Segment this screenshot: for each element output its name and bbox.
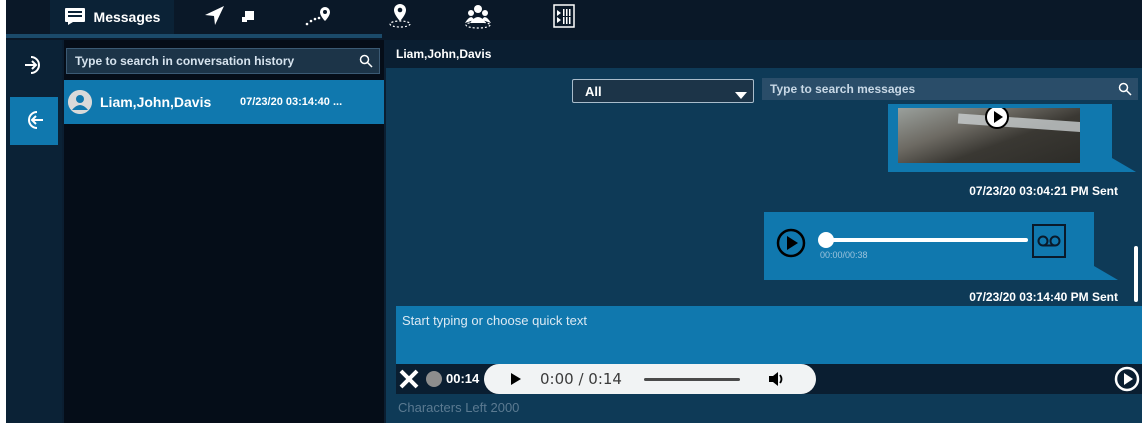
media-player-icon — [552, 3, 576, 31]
scrollbar-thumb[interactable] — [1134, 246, 1138, 302]
play-icon[interactable] — [984, 108, 1010, 133]
audio-message-bubble[interactable]: 00:00/00:38 — [764, 212, 1118, 280]
tab-navigate[interactable] — [194, 0, 234, 34]
message-timestamp: 07/23/20 03:04:21 PM Sent — [969, 184, 1118, 198]
compose-textarea[interactable]: Start typing or choose quick text — [396, 306, 1142, 364]
tab-messages-label: Messages — [93, 9, 161, 25]
player-time: 0:00 / 0:14 — [540, 370, 622, 388]
message-timestamp: 07/23/20 03:14:40 PM Sent — [969, 290, 1118, 304]
tab-route[interactable] — [298, 0, 338, 34]
audio-progress-handle[interactable] — [818, 232, 834, 248]
tab-group[interactable] — [458, 0, 498, 34]
play-icon[interactable] — [510, 372, 522, 389]
sign-out-icon — [23, 109, 45, 134]
video-thumbnail-detail — [957, 113, 1080, 133]
tab-bar: Messages — [6, 0, 1142, 40]
player-progress-track[interactable] — [644, 378, 740, 381]
tab-media[interactable] — [544, 0, 584, 34]
chat-panel: Liam,John,Davis All Type to search messa… — [386, 40, 1142, 423]
audio-progress-track[interactable] — [822, 238, 1028, 242]
group-icon — [464, 3, 492, 32]
audio-player: 0:00 / 0:14 — [484, 364, 816, 394]
app-window: Messages Type to search in conversation … — [6, 0, 1142, 423]
chevron-down-icon — [735, 88, 747, 103]
tab-small-square[interactable] — [236, 0, 260, 34]
conversation-time: 07/23/20 03:14:40 ... — [240, 96, 343, 108]
compose-placeholder: Start typing or choose quick text — [402, 313, 587, 328]
conversation-search-placeholder: Type to search in conversation history — [75, 54, 295, 68]
message-search-input[interactable]: Type to search messages — [762, 78, 1138, 100]
voicemail-icon — [1032, 224, 1066, 258]
audio-duration: 00:00/00:38 — [820, 250, 868, 260]
left-rail — [6, 40, 62, 423]
small-square-icon — [241, 9, 255, 26]
conversation-item[interactable]: Liam,John,Davis 07/23/20 03:14:40 ... — [64, 80, 384, 124]
video-thumbnail[interactable] — [898, 108, 1080, 163]
conversation-name: Liam,John,Davis — [100, 94, 212, 110]
chat-title: Liam,John,Davis — [386, 40, 1142, 68]
filter-selected-value: All — [585, 83, 602, 99]
tab-messages[interactable]: Messages — [50, 0, 174, 34]
recording-timer: 00:14 — [446, 371, 480, 386]
message-search-placeholder: Type to search messages — [770, 82, 916, 96]
search-icon[interactable] — [359, 54, 373, 71]
route-pin-icon — [304, 5, 332, 30]
record-indicator-icon[interactable] — [426, 371, 442, 387]
navigate-arrow-icon — [203, 5, 225, 30]
sign-in-icon — [23, 54, 45, 79]
sign-out-button[interactable] — [10, 97, 58, 145]
video-message-bubble[interactable] — [888, 104, 1136, 172]
search-icon[interactable] — [1118, 82, 1132, 99]
send-button[interactable] — [1114, 366, 1140, 395]
messages-icon — [64, 7, 86, 28]
sign-in-button[interactable] — [10, 42, 58, 90]
volume-icon[interactable] — [768, 371, 786, 390]
characters-left: Characters Left 2000 — [398, 400, 520, 415]
tab-location[interactable] — [380, 0, 420, 34]
location-pin-icon — [387, 3, 413, 32]
conversation-list: Type to search in conversation history L… — [64, 40, 384, 423]
message-filter-select[interactable]: All — [572, 79, 754, 103]
tab-underline — [6, 34, 382, 38]
conversation-search-input[interactable]: Type to search in conversation history — [66, 48, 380, 74]
play-icon[interactable] — [776, 228, 806, 261]
compose-toolbar: 00:14 0:00 / 0:14 — [396, 364, 1142, 394]
close-icon[interactable] — [398, 368, 420, 393]
avatar — [68, 90, 92, 114]
